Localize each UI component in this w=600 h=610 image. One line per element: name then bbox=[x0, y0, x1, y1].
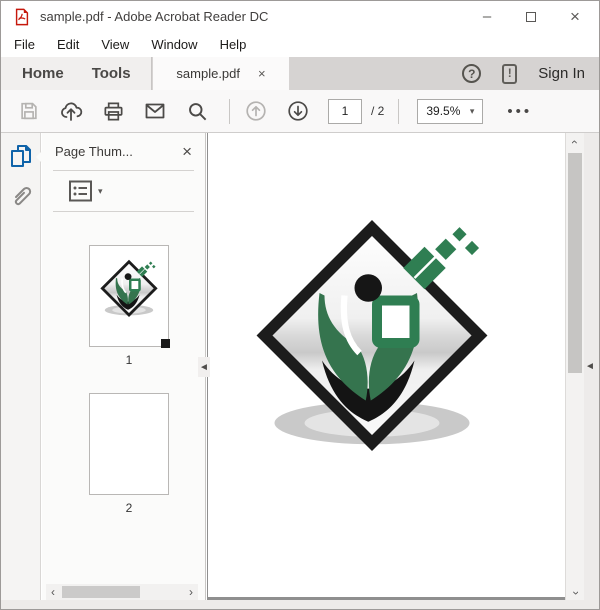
scroll-right-icon[interactable]: › bbox=[184, 584, 198, 600]
panel-options-row: ▾ bbox=[42, 171, 205, 211]
maximize-button[interactable] bbox=[509, 1, 553, 32]
save-button[interactable] bbox=[17, 99, 41, 123]
page-thumbnails-icon bbox=[11, 145, 31, 167]
tab-home[interactable]: Home bbox=[22, 65, 64, 82]
tutorials-logo bbox=[247, 213, 497, 463]
toolbar-separator bbox=[398, 98, 400, 124]
more-tools-button[interactable]: ••• bbox=[507, 103, 532, 120]
panel-header: Page Thum... × bbox=[42, 133, 205, 170]
page-thumbnails-panel: Page Thum... × ▾ 1 2 ‹ › bbox=[42, 133, 206, 602]
zoom-level-dropdown[interactable]: 39.5% ▾ bbox=[417, 98, 484, 124]
window-controls: – × bbox=[465, 1, 597, 32]
previous-page-button[interactable] bbox=[244, 99, 268, 123]
save-icon bbox=[21, 102, 37, 120]
tab-bar: Home Tools sample.pdf × ? ! Sign In bbox=[1, 57, 599, 90]
scroll-up-button[interactable]: ‹ bbox=[566, 134, 584, 150]
menu-bar: File Edit View Window Help bbox=[1, 32, 599, 57]
main-tabs: Home Tools bbox=[1, 57, 152, 90]
minimize-button[interactable]: – bbox=[465, 1, 509, 32]
document-pane: ‹ ‹ bbox=[207, 133, 584, 602]
right-pane-strip: ◄ bbox=[584, 133, 599, 602]
arrow-up-circle-icon bbox=[246, 101, 266, 121]
scrollbar-thumb[interactable] bbox=[62, 586, 140, 598]
tab-bar-right: ? ! Sign In bbox=[462, 57, 585, 90]
next-page-button[interactable] bbox=[286, 99, 310, 123]
search-button[interactable] bbox=[185, 99, 209, 123]
options-list-icon[interactable] bbox=[68, 180, 94, 202]
cloud-upload-icon bbox=[61, 102, 83, 121]
menu-help[interactable]: Help bbox=[220, 37, 247, 52]
collapse-tools-pane-handle[interactable]: ◄ bbox=[585, 361, 595, 372]
scroll-down-button[interactable]: ‹ bbox=[566, 585, 584, 601]
document-tab-close-icon[interactable]: × bbox=[258, 66, 266, 81]
menu-view[interactable]: View bbox=[101, 37, 129, 52]
page-number-input[interactable] bbox=[328, 98, 362, 124]
tab-document[interactable]: sample.pdf × bbox=[153, 57, 289, 90]
scroll-left-icon[interactable]: ‹ bbox=[46, 584, 60, 600]
notifications-icon[interactable]: ! bbox=[502, 63, 518, 84]
page-1-logo-preview bbox=[98, 258, 160, 320]
menu-window[interactable]: Window bbox=[151, 37, 197, 52]
chevron-down-icon[interactable]: ▾ bbox=[98, 186, 103, 197]
pdf-page-1[interactable] bbox=[208, 133, 567, 597]
page-count-label: / 2 bbox=[371, 104, 385, 118]
collapse-panel-handle[interactable]: ◄ bbox=[198, 357, 210, 377]
tab-tools[interactable]: Tools bbox=[92, 65, 131, 82]
collapse-left-icon: ◄ bbox=[585, 361, 595, 372]
email-button[interactable] bbox=[143, 99, 167, 123]
panel-horizontal-scrollbar[interactable]: ‹ › bbox=[46, 584, 198, 600]
maximize-icon bbox=[526, 11, 536, 22]
window-bottom-edge bbox=[1, 600, 599, 609]
toolbar: / 2 39.5% ▾ ••• bbox=[1, 90, 599, 133]
document-body: Page Thum... × ▾ 1 2 ‹ › ◄ ‹ ‹ bbox=[1, 133, 599, 602]
document-tab-label: sample.pdf bbox=[176, 66, 240, 81]
search-icon bbox=[188, 102, 206, 120]
printer-icon bbox=[103, 101, 123, 121]
page-thumbnails-tool-button[interactable] bbox=[9, 143, 33, 169]
scrollbar-thumb[interactable] bbox=[568, 153, 582, 373]
envelope-icon bbox=[145, 103, 165, 119]
arrow-down-circle-icon bbox=[288, 101, 308, 121]
thumbnail-label-1: 1 bbox=[125, 353, 133, 367]
acrobat-window: sample.pdf - Adobe Acrobat Reader DC – ×… bbox=[0, 0, 600, 610]
menu-edit[interactable]: Edit bbox=[57, 37, 79, 52]
scroll-up-icon: ‹ bbox=[568, 140, 582, 144]
chevron-down-icon: ▾ bbox=[469, 105, 475, 116]
main-vertical-scrollbar[interactable]: ‹ ‹ bbox=[565, 133, 584, 602]
zoom-level-value: 39.5% bbox=[426, 104, 461, 118]
navigation-rail bbox=[1, 133, 41, 602]
panel-title: Page Thum... bbox=[55, 144, 133, 159]
active-panel-notch bbox=[36, 151, 42, 163]
thumbnail-page-1[interactable] bbox=[89, 245, 170, 348]
print-button[interactable] bbox=[101, 99, 125, 123]
menu-file[interactable]: File bbox=[14, 37, 35, 52]
thumbnail-resize-handle[interactable] bbox=[161, 339, 170, 348]
paperclip-icon bbox=[14, 186, 32, 206]
adobe-pdf-file-icon bbox=[15, 8, 29, 25]
help-icon[interactable]: ? bbox=[462, 64, 482, 83]
panel-close-icon[interactable]: × bbox=[182, 142, 192, 162]
title-bar: sample.pdf - Adobe Acrobat Reader DC – × bbox=[1, 1, 599, 32]
attachments-tool-button[interactable] bbox=[9, 183, 33, 209]
thumbnail-label-2: 2 bbox=[125, 501, 133, 515]
toolbar-separator bbox=[229, 98, 230, 124]
page-logo-artwork bbox=[247, 213, 497, 468]
panel-divider bbox=[53, 211, 194, 212]
window-title: sample.pdf - Adobe Acrobat Reader DC bbox=[40, 9, 269, 24]
thumbnail-page-2[interactable] bbox=[89, 393, 169, 495]
close-button[interactable]: × bbox=[553, 1, 597, 32]
sign-in-button[interactable]: Sign In bbox=[538, 65, 585, 82]
share-upload-button[interactable] bbox=[59, 99, 83, 123]
scroll-down-icon: ‹ bbox=[568, 591, 582, 595]
collapse-left-icon: ◄ bbox=[199, 361, 209, 373]
